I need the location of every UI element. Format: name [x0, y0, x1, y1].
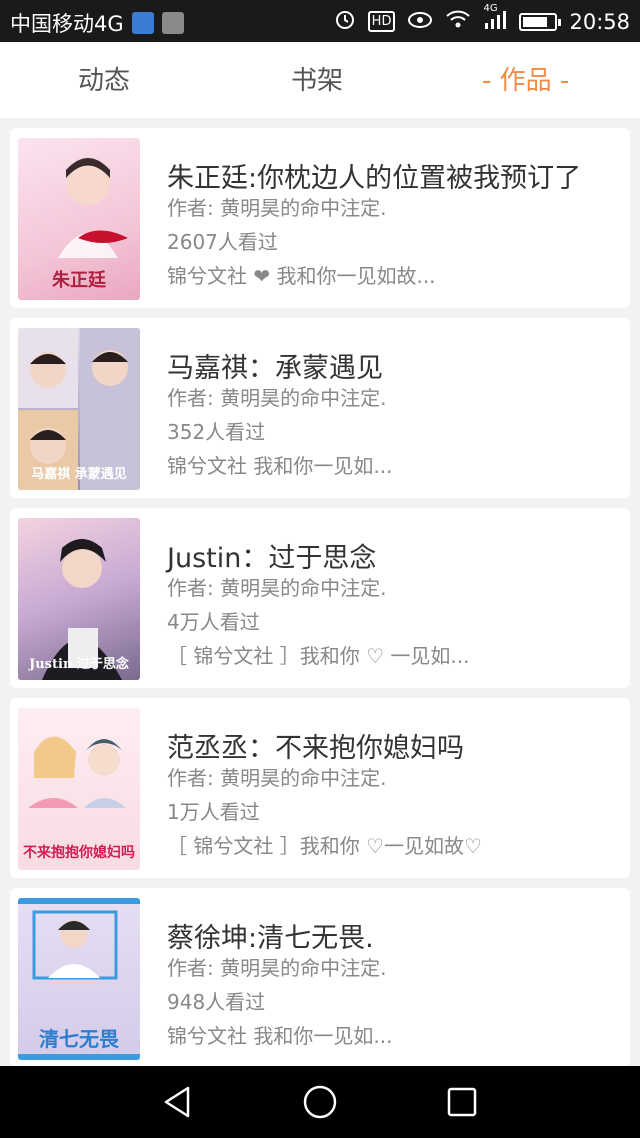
recents-square-icon — [447, 1087, 477, 1117]
home-circle-icon — [303, 1085, 337, 1119]
book-title: 范丞丞：不来抱你媳妇吗 — [167, 733, 464, 764]
book-tags: 锦兮文社 我和你一见如... — [167, 454, 393, 478]
cover-caption: Justin 过于思念 — [29, 657, 129, 672]
book-views: 1万人看过 — [167, 800, 260, 824]
hd-badge: HD — [367, 11, 396, 32]
book-views: 2607人看过 — [167, 230, 278, 254]
network-type-label: 4G — [483, 3, 498, 14]
cover-caption: 马嘉祺 承蒙遇见 — [31, 467, 127, 482]
cover-caption: 清七无畏 — [39, 1027, 119, 1051]
book-cover: 朱正廷 — [18, 138, 140, 300]
book-author: 作者: 黄明昊的命中注定. — [167, 386, 387, 410]
battery-icon — [519, 12, 562, 31]
book-author: 作者: 黄明昊的命中注定. — [167, 576, 387, 600]
book-title: 蔡徐坤:清七无畏. — [167, 923, 374, 954]
book-tags: ［ 锦兮文社 ］我和你 ♡一见如故♡ — [167, 834, 482, 858]
cover-caption: 不来抱抱你媳妇吗 — [23, 845, 135, 861]
book-views: 352人看过 — [167, 420, 266, 444]
tab-works[interactable]: - 作品 - — [482, 60, 569, 97]
app-notification-icon — [131, 12, 154, 34]
book-title: 朱正廷:你枕边人的位置被我预订了 — [167, 163, 582, 194]
book-cover: Justin 过于思念 — [18, 518, 140, 680]
book-tags: 锦兮文社 我和你一见如... — [167, 1024, 393, 1048]
eye-icon — [407, 10, 433, 34]
book-tags: 锦兮文社 ❤ 我和你一见如故... — [167, 264, 436, 288]
alarm-icon — [334, 8, 356, 35]
book-title: Justin：过于思念 — [167, 543, 377, 574]
book-item[interactable]: 马嘉祺 承蒙遇见 马嘉祺：承蒙遇见 作者: 黄明昊的命中注定. 352人看过 锦… — [10, 318, 630, 498]
carrier-label: 中国移动4G — [10, 12, 124, 36]
back-triangle-icon — [164, 1086, 190, 1118]
book-cover: 马嘉祺 承蒙遇见 — [18, 328, 140, 490]
book-tags: ［ 锦兮文社 ］我和你 ♡ 一见如... — [167, 644, 470, 668]
book-cover: 不来抱抱你媳妇吗 — [18, 708, 140, 870]
book-author: 作者: 黄明昊的命中注定. — [167, 196, 387, 220]
status-bar: 中国移动4G HD 4G 20:58 — [0, 0, 640, 42]
book-cover: 清七无畏 — [18, 898, 140, 1060]
tab-bookshelf[interactable]: 书架 — [291, 60, 343, 97]
back-button[interactable] — [158, 1082, 198, 1122]
clock-label: 20:58 — [569, 9, 630, 34]
book-author: 作者: 黄明昊的命中注定. — [167, 766, 387, 790]
cover-caption: 朱正廷 — [52, 270, 106, 291]
system-nav-bar — [0, 1066, 640, 1138]
wifi-icon — [445, 9, 471, 34]
book-item[interactable]: 朱正廷 朱正廷:你枕边人的位置被我预订了 作者: 黄明昊的命中注定. 2607人… — [10, 128, 630, 308]
signal-icon: 4G — [483, 3, 507, 34]
book-views: 4万人看过 — [167, 610, 260, 634]
book-item[interactable]: 不来抱抱你媳妇吗 范丞丞：不来抱你媳妇吗 作者: 黄明昊的命中注定. 1万人看过… — [10, 698, 630, 878]
book-item[interactable]: 清七无畏 蔡徐坤:清七无畏. 作者: 黄明昊的命中注定. 948人看过 锦兮文社… — [10, 888, 630, 1068]
book-author: 作者: 黄明昊的命中注定. — [167, 956, 387, 980]
tab-bar: 动态 书架 - 作品 - — [0, 42, 640, 118]
home-button[interactable] — [300, 1082, 340, 1122]
tab-dongtai[interactable]: 动态 — [78, 60, 130, 97]
book-views: 948人看过 — [167, 990, 266, 1014]
recents-button[interactable] — [442, 1082, 482, 1122]
book-title: 马嘉祺：承蒙遇见 — [167, 353, 383, 384]
gallery-notification-icon — [161, 12, 184, 34]
book-item[interactable]: Justin 过于思念 Justin：过于思念 作者: 黄明昊的命中注定. 4万… — [10, 508, 630, 688]
